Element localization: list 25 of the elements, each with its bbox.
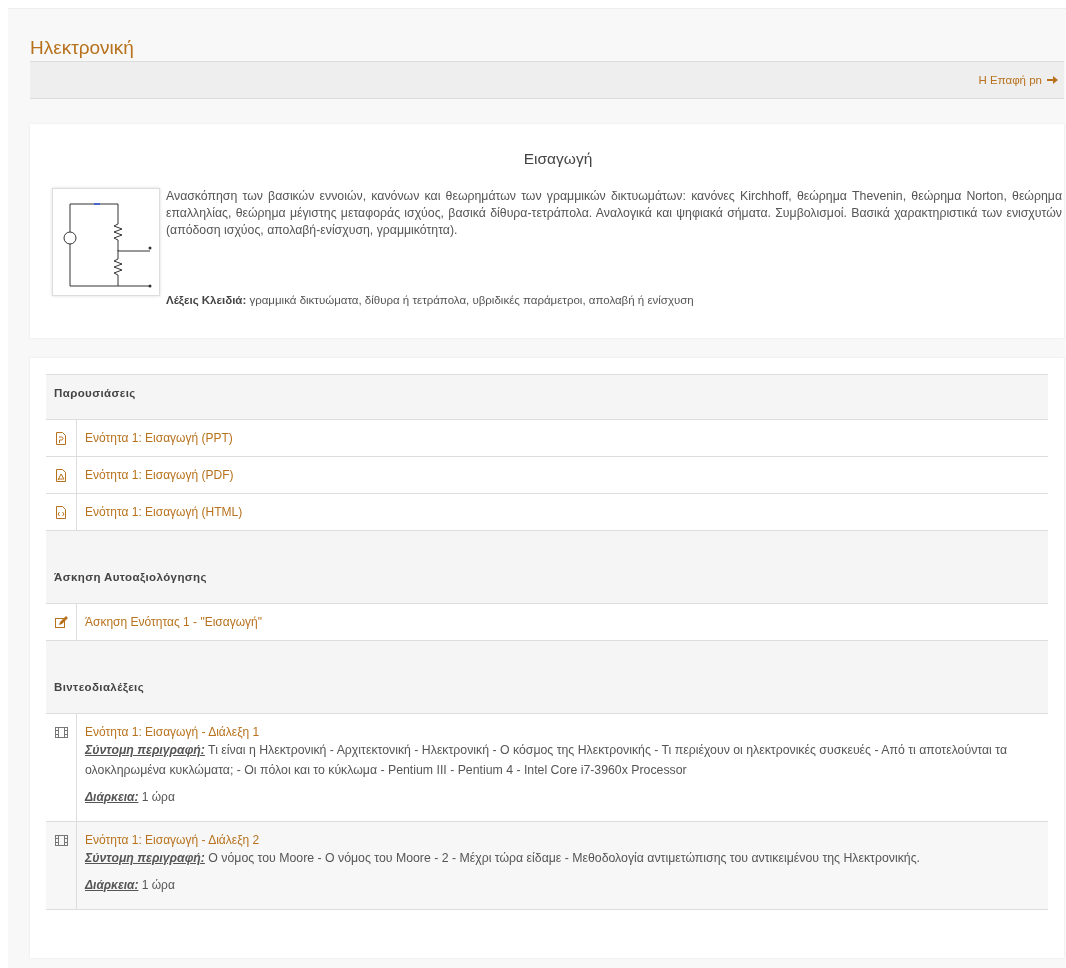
- next-link[interactable]: Η Επαφή pn: [978, 74, 1058, 86]
- section-header: Παρουσιάσεις: [46, 374, 1048, 420]
- description-text: Σύντομη περιγραφή: Τι είναι η Ηλεκτρονική - Αρχιτεκτονική - Ηλεκτρονική - Ο κόσμος της Ηλεκτρονικής - Τι περιέχουν οι ηλεκτρονικές συσκευές - Από τι αποτελούνται τα ολοκληρωμένα κυκλώματα; - Οι πόλοι και το κύκλωμα - Pentium III - Pentium 4 - Intel Core i7-3960x Processor: [85, 742, 1009, 779]
- film-icon: [54, 726, 68, 739]
- resource-link[interactable]: Ενότητα 1: Εισαγωγή (PPT): [85, 431, 233, 445]
- resource-link[interactable]: Άσκηση Ενότητας 1 - "Εισαγωγή": [85, 615, 262, 629]
- keywords-text: Λέξεις Κλειδιά: γραμμικά δικτυώματα, δίθυρα ή τετράπολα, υβριδικές παράμετροι, απολαβή ή ενίσχυση: [166, 294, 695, 306]
- resource-link[interactable]: Ενότητα 1: Εισαγωγή (PDF): [85, 468, 234, 482]
- intro-title: Εισαγωγή: [522, 150, 594, 168]
- pdf-file-icon: [54, 469, 68, 482]
- page-title: Ηλεκτρονική: [30, 36, 135, 60]
- arrow-right-icon: [1047, 75, 1058, 85]
- film-icon: [54, 834, 68, 847]
- section-header: Βιντεοδιαλέξεις: [46, 641, 1048, 714]
- file-icon: [54, 432, 68, 445]
- section-header: Άσκηση Αυτοαξιολόγησης: [46, 531, 1048, 604]
- duration-text: Διάρκεια: 1 ώρα: [85, 790, 175, 806]
- edit-icon: [54, 616, 68, 629]
- resource-link[interactable]: Ενότητα 1: Εισαγωγή (HTML): [85, 505, 243, 519]
- description-text: Σύντομη περιγραφή: Ο νόμος του Moore - Ο νόμος του Moore - 2 - Μέχρι τώρα είδαμε - Μεθοδολογία αντιμετώπισης του αντικειμένου της Ηλεκτρονικής.: [85, 850, 920, 867]
- intro-description: Ανασκόπηση των βασικών εννοιών, κανόνων και θεωρημάτων των γραμμικών δικτυωμάτων: κανόνες Kirchhoff, θεώρημα Thevenin, θεώρημα Norton, θεώρημα επαλληλίας, θεώρημα μέγιστης μεταφοράς ισχύος, βασικά δίθυρα-τετράπολα. Αναλογικά και ψηφιακά σήματα. Συμβολισμοί. Βασικά χαρακτηριστικά των ενισχυτών (απόδοση ισχύος, απολαβή-ενίσχυση, γραμμικότητα).: [166, 188, 1062, 239]
- code-file-icon: [54, 506, 68, 519]
- duration-text: Διάρκεια: 1 ώρα: [85, 878, 175, 894]
- resource-link[interactable]: Ενότητα 1: Εισαγωγή - Διάλεξη 1: [85, 725, 260, 739]
- resource-link[interactable]: Ενότητα 1: Εισαγωγή - Διάλεξη 2: [85, 833, 260, 847]
